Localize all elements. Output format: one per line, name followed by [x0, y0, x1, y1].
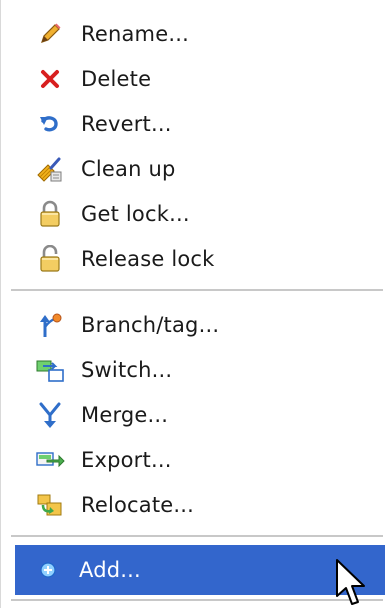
- menu-item-delete[interactable]: Delete: [17, 56, 385, 101]
- menu-item-switch[interactable]: Switch...: [17, 347, 385, 392]
- menu-item-label: Delete: [81, 66, 152, 91]
- closed-lock-icon: [35, 199, 65, 229]
- mouse-pointer-icon: [336, 559, 365, 605]
- merge-icon: [35, 400, 65, 430]
- relocate-icon: [35, 490, 65, 520]
- menu-item-label: Export...: [81, 447, 172, 472]
- menu-item-rename[interactable]: Rename...: [17, 11, 385, 56]
- broom-icon: [35, 154, 65, 184]
- menu-item-release-lock[interactable]: Release lock: [17, 236, 385, 281]
- menu-item-label: Get lock...: [81, 201, 190, 226]
- menu-item-label: Revert...: [81, 111, 172, 136]
- add-plus-icon: [33, 555, 63, 585]
- menu-item-merge[interactable]: Merge...: [17, 392, 385, 437]
- menu-item-label: Relocate...: [81, 492, 195, 517]
- undo-arrow-icon: [35, 109, 65, 139]
- menu-item-label: Release lock: [81, 246, 215, 271]
- pencil-icon: [35, 19, 65, 49]
- menu-item-relocate[interactable]: Relocate...: [17, 482, 385, 527]
- menu-item-label: Merge...: [81, 402, 169, 427]
- menu-item-export[interactable]: Export...: [17, 437, 385, 482]
- red-x-icon: [35, 64, 65, 94]
- switch-icon: [35, 355, 65, 385]
- branch-icon: [35, 310, 65, 340]
- menu-separator: [11, 535, 383, 537]
- export-icon: [35, 445, 65, 475]
- context-menu: Rename... Delete Revert... Clean up Get …: [0, 0, 388, 608]
- menu-item-add[interactable]: Add...: [15, 545, 385, 595]
- menu-item-label: Add...: [79, 558, 141, 582]
- menu-separator: [11, 289, 383, 291]
- menu-item-label: Rename...: [81, 21, 189, 46]
- menu-item-get-lock[interactable]: Get lock...: [17, 191, 385, 236]
- menu-item-revert[interactable]: Revert...: [17, 101, 385, 146]
- menu-item-label: Switch...: [81, 357, 173, 382]
- menu-item-label: Clean up: [81, 156, 176, 181]
- menu-item-branch-tag[interactable]: Branch/tag...: [17, 302, 385, 347]
- open-lock-icon: [35, 244, 65, 274]
- menu-separator: [11, 599, 383, 601]
- menu-item-label: Branch/tag...: [81, 312, 220, 337]
- menu-item-clean-up[interactable]: Clean up: [17, 146, 385, 191]
